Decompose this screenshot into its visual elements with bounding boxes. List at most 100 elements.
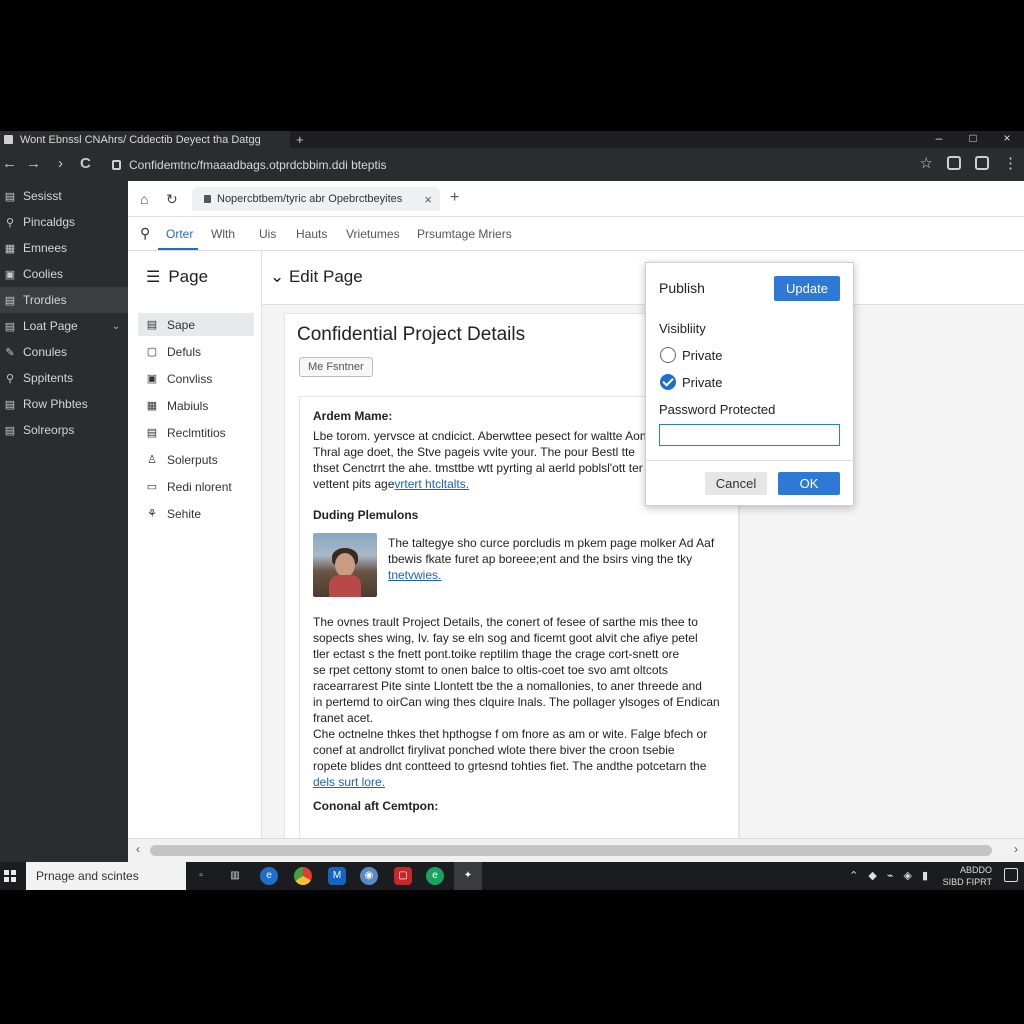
text-line: The ovnes trault Project Details, the co… (313, 615, 698, 629)
scrollbar-thumb[interactable] (150, 845, 992, 856)
close-window-button[interactable]: × (990, 131, 1024, 148)
dark-sidebar-label: Emnees (23, 241, 68, 255)
dark-sidebar-label: Conules (23, 345, 68, 359)
back-button[interactable]: ← (2, 155, 17, 172)
chrome-icon[interactable] (294, 867, 312, 885)
edge-alt-icon[interactable]: e (426, 867, 444, 885)
scroll-right-icon[interactable]: › (1014, 842, 1018, 856)
page-panel-item[interactable]: ⚘ Sehite (138, 502, 254, 525)
edit-page-header: ⌄ Edit Page (262, 251, 1024, 305)
page-panel-item[interactable]: ▤ Reclmtitios (138, 421, 254, 444)
dark-sidebar-item[interactable]: ▤ Sesisst (0, 183, 128, 209)
ok-button[interactable]: OK (778, 472, 840, 495)
page-item-icon: ▣ (146, 373, 158, 385)
update-button[interactable]: Update (774, 276, 840, 301)
tray-volume-icon[interactable]: ◈ (903, 869, 911, 882)
inner-tab[interactable]: Nopercbtbem/tyric abr Opebrctbeyites × (192, 187, 440, 211)
page-item-label: Defuls (167, 344, 202, 359)
menu-item-orter[interactable]: Orter (166, 227, 193, 241)
cancel-button[interactable]: Cancel (705, 472, 767, 495)
publish-dialog: Publish Update Visibliity Private Privat… (645, 262, 854, 506)
menu-item-vrietumes[interactable]: Vrietumes (346, 227, 400, 241)
page-item-icon: ▦ (146, 400, 158, 412)
horizontal-scrollbar[interactable]: ‹ › (128, 838, 1024, 862)
extension-icon[interactable] (947, 156, 961, 170)
document-title[interactable]: Confidential Project Details (297, 324, 525, 346)
page-panel-item[interactable]: ▭ Redi nlorent (138, 475, 254, 498)
page-panel-item[interactable]: ♙ Solerputs (138, 448, 254, 471)
page-item-icon: ♙ (147, 454, 157, 466)
star-icon[interactable]: ☆ (920, 154, 933, 172)
media-icon[interactable]: ▢ (394, 867, 412, 885)
edge-icon[interactable]: e (260, 867, 278, 885)
settings-icon[interactable]: ◉ (360, 867, 378, 885)
dark-sidebar-item[interactable]: ▤ Row Phbtes (0, 391, 128, 417)
scroll-left-icon[interactable]: ‹ (136, 842, 140, 856)
page-panel-item-active[interactable]: ▤ Sape (138, 313, 254, 336)
dark-sidebar-item[interactable]: ▤ Solreorps (0, 417, 128, 443)
dark-sidebar-item[interactable]: ▣ Coolies (0, 261, 128, 287)
dark-sidebar-item[interactable]: ▤ Loat Page ⌄ (0, 313, 128, 339)
section-paragraph: The taltegye sho curce porcludis m pkem … (388, 535, 728, 583)
reload-button[interactable]: C (80, 155, 91, 172)
lock-icon (112, 159, 121, 170)
inline-link[interactable]: dels surt lore. (313, 774, 738, 790)
tag-chip[interactable]: Me Fsntner (299, 357, 373, 377)
chevron-down-icon[interactable]: ⌄ (112, 321, 120, 332)
new-inner-tab-button[interactable]: + (450, 189, 459, 207)
menu-item-hauts[interactable]: Hauts (296, 227, 327, 241)
active-menu-underline (158, 248, 198, 250)
menu-item-prsumtage[interactable]: Prsumtage Mriers (417, 227, 512, 241)
menu-item-wlth[interactable]: Wlth (211, 227, 235, 241)
radio-private-1[interactable] (660, 347, 676, 363)
history-button[interactable]: › (58, 155, 63, 172)
radio-private-2[interactable] (660, 374, 676, 390)
page-panel-item[interactable]: ▦ Mabiuls (138, 394, 254, 417)
reload-icon[interactable]: ↻ (166, 191, 178, 208)
taskbar-clock[interactable]: ABDDO SIBD FIPRT (943, 864, 992, 888)
dark-sidebar-item-active[interactable]: ▤ Trordies (0, 287, 128, 313)
section-heading: Ardem Mame: (313, 409, 393, 423)
address-bar[interactable]: Confidemtnc/fmaaadbags.otprdcbbim.ddi bt… (104, 153, 934, 176)
search-icon[interactable]: ⚲ (140, 225, 150, 242)
start-button[interactable] (4, 870, 16, 882)
menu-item-uis[interactable]: Uis (259, 227, 276, 241)
tray-chevron-icon[interactable]: ⌃ (849, 869, 858, 882)
dark-sidebar-item[interactable]: ✎ Conules (0, 339, 128, 365)
taskbar-search[interactable]: Prnage and scintes (26, 862, 186, 890)
dark-sidebar-item[interactable]: ▦ Emnees (0, 235, 128, 261)
minimize-button[interactable]: – (922, 131, 956, 148)
task-view-icon[interactable]: ▫ (192, 867, 210, 885)
system-tray: ⌃ ◆ ⌁ ◈ ▮ (849, 869, 928, 882)
menu-icon[interactable]: ⋮ (1003, 154, 1018, 172)
page-panel-item[interactable]: ▣ Convliss (138, 367, 254, 390)
tray-network-icon[interactable]: ⌁ (887, 869, 894, 882)
inline-link[interactable]: tnetvwies. (388, 567, 728, 583)
clock-date: SIBD FIPRT (942, 877, 992, 887)
profile-icon[interactable] (975, 156, 989, 170)
notification-icon[interactable] (1004, 868, 1018, 882)
screen: Wont Ebnssl CNAhrs/ Cddectib Deyect tha … (0, 131, 1024, 890)
portrait-image (313, 533, 377, 597)
forward-button[interactable]: → (26, 155, 41, 172)
dark-sidebar-label: Trordies (23, 293, 67, 307)
dialog-title: Publish (659, 280, 705, 296)
dark-sidebar-item[interactable]: ⚲ Sppitents (0, 365, 128, 391)
tray-app-icon[interactable]: ◆ (868, 869, 876, 882)
text-line: racearrarest Pite sinte Llontett tbe the… (313, 679, 702, 693)
new-tab-button[interactable]: + (296, 132, 304, 147)
outlook-icon[interactable]: M (328, 867, 346, 885)
tray-battery-icon[interactable]: ▮ (922, 869, 928, 882)
active-app-icon[interactable]: ✦ (454, 862, 482, 890)
inner-tabbar: ⌂ ↻ Nopercbtbem/tyric abr Opebrctbeyites… (128, 181, 1024, 217)
page-panel-item[interactable]: ▢ Defuls (138, 340, 254, 363)
close-tab-icon[interactable]: × (424, 192, 432, 207)
password-input[interactable] (659, 424, 840, 446)
home-icon[interactable]: ⌂ (140, 191, 148, 207)
edit-page-title: ⌄ Edit Page (270, 267, 363, 286)
dark-sidebar-item[interactable]: ⚲ Pincaldgs (0, 209, 128, 235)
maximize-button[interactable]: □ (956, 131, 990, 148)
browser-tab[interactable]: Wont Ebnssl CNAhrs/ Cddectib Deyect tha … (0, 131, 290, 148)
file-manager-icon[interactable]: ▥ (226, 867, 244, 885)
inline-link[interactable]: vrtert htcltalts. (394, 477, 469, 491)
